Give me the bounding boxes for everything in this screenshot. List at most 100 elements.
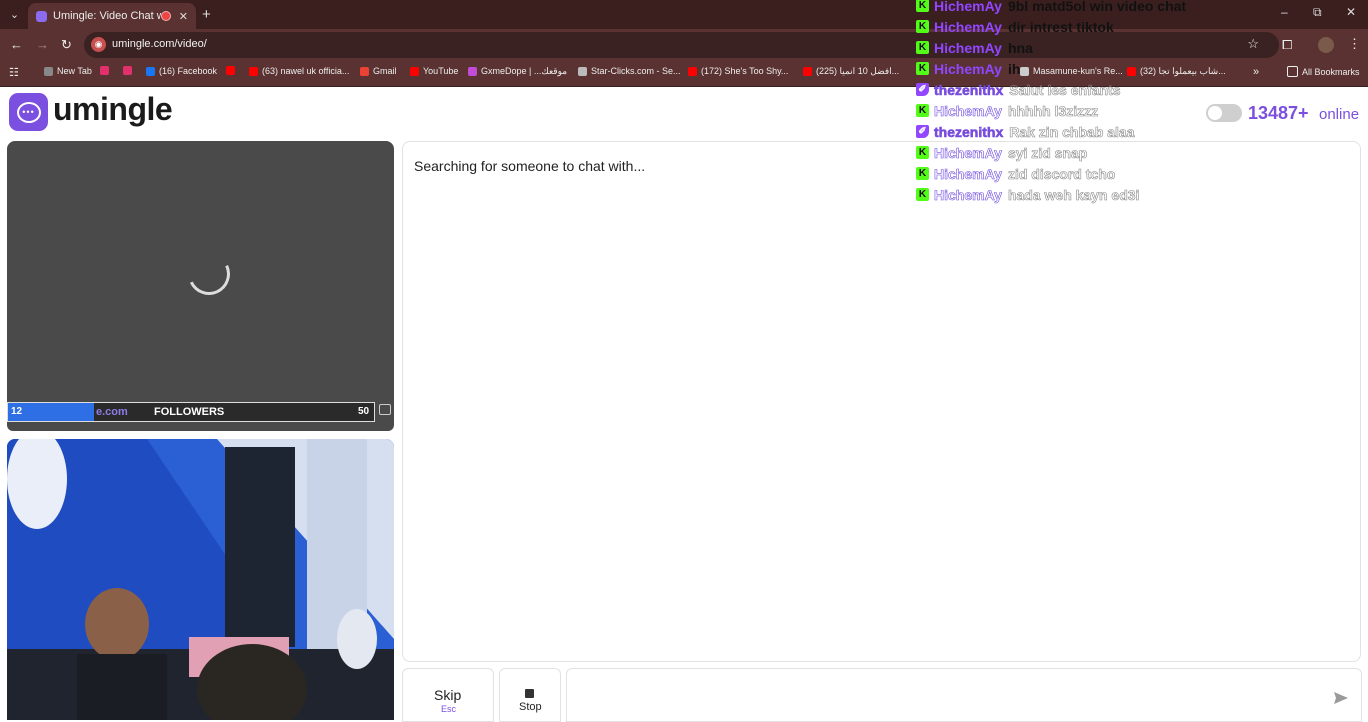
logo-text[interactable]: umingle bbox=[53, 91, 173, 128]
close-tab-icon[interactable]: ✕ bbox=[179, 10, 188, 23]
loading-spinner-icon bbox=[182, 247, 236, 301]
chat-username: HichemAy bbox=[934, 18, 1002, 35]
chat-username: HichemAy bbox=[934, 165, 1003, 182]
overlay-label: FOLLOWERS bbox=[154, 406, 225, 418]
youtube-icon bbox=[803, 67, 812, 76]
facebook-icon bbox=[146, 66, 155, 76]
chat-text: hada weh kayn ed3i bbox=[1007, 186, 1140, 203]
tab-title: Umingle: Video Chat with S bbox=[53, 10, 161, 22]
youtube-icon bbox=[249, 66, 258, 76]
chat-text: zid discord tcho bbox=[1007, 165, 1116, 182]
chat-username: HichemAy bbox=[934, 186, 1003, 203]
url-text: umingle.com/video/ bbox=[112, 38, 207, 50]
minimize-icon[interactable]: – bbox=[1281, 5, 1288, 19]
instagram-icon bbox=[123, 66, 132, 75]
restore-icon[interactable]: ⧉ bbox=[1313, 5, 1322, 20]
gxmedope-icon bbox=[468, 67, 477, 76]
kick-icon: K bbox=[916, 104, 929, 117]
online-count: 13487+ bbox=[1248, 103, 1309, 123]
chat-text: ih bbox=[1007, 60, 1021, 77]
stop-button[interactable]: Stop bbox=[499, 668, 561, 722]
all-bookmarks[interactable]: All Bookmarks bbox=[1287, 66, 1360, 77]
bookmark-item[interactable]: (172) She's Too Shy... bbox=[688, 66, 788, 76]
bookmark-item[interactable]: New Tab bbox=[44, 66, 92, 76]
skip-button[interactable]: Skip Esc bbox=[402, 668, 494, 722]
bookmark-item[interactable] bbox=[226, 66, 239, 75]
new-tab-button[interactable]: + bbox=[202, 6, 211, 23]
stream-chat-message: ✐ thezenithx Salut les enfants bbox=[916, 79, 1121, 100]
youtube-icon bbox=[1127, 67, 1136, 76]
theme-toggle[interactable] bbox=[1206, 104, 1242, 122]
browser-tab-active[interactable]: Umingle: Video Chat with S ✕ bbox=[28, 3, 196, 29]
extensions-icon[interactable]: ⧠ bbox=[1282, 37, 1292, 53]
bookmark-item[interactable]: (63) nawel uk officia... bbox=[249, 66, 349, 76]
chat-username: HichemAy bbox=[934, 102, 1003, 119]
bookmark-star-icon[interactable]: ☆ bbox=[1247, 36, 1259, 52]
bookmark-item[interactable] bbox=[123, 66, 136, 75]
bookmark-icon bbox=[1020, 66, 1029, 76]
chat-text: syi zid snap bbox=[1007, 144, 1088, 161]
chat-username: HichemAy bbox=[934, 60, 1002, 77]
chat-text: Salut les enfants bbox=[1009, 81, 1121, 98]
chat-username: thezenithx bbox=[934, 81, 1004, 98]
bookmark-item[interactable]: (225) افضل 10 انميا... bbox=[803, 66, 899, 77]
reload-icon[interactable]: ↻ bbox=[61, 37, 72, 53]
stream-chat-message: K HichemAy 9bl matd5ol win video chat bbox=[916, 0, 1186, 16]
stream-chat-message: K HichemAy hna bbox=[916, 37, 1033, 58]
bookmark-item[interactable]: GxmeDope | ...موقعك bbox=[468, 66, 567, 77]
browser-toolbar: ← → ↻ ◉ umingle.com/video/ ☆ ⧠ ⋮ bbox=[0, 29, 1368, 61]
kick-icon: K bbox=[916, 146, 929, 159]
bookmark-item[interactable]: (32) شاب بيعملوا تجا... bbox=[1127, 66, 1226, 77]
instagram-icon bbox=[100, 66, 109, 75]
skip-shortcut-hint: Esc bbox=[441, 704, 457, 714]
chat-username: HichemAy bbox=[934, 39, 1002, 56]
camera-feed-image bbox=[7, 439, 394, 720]
more-bookmarks-icon[interactable]: » bbox=[1253, 66, 1259, 78]
bookmark-label: (172) She's Too Shy... bbox=[701, 66, 789, 76]
stop-label: Stop bbox=[519, 701, 542, 713]
bookmark-label: Masamune-kun's Re... bbox=[1033, 66, 1123, 76]
send-icon[interactable] bbox=[1333, 690, 1349, 706]
kick-icon: K bbox=[916, 20, 929, 33]
bookmarks-bar: ☷ » All Bookmarks New Tab (16) Facebook (6… bbox=[0, 61, 1368, 87]
bookmark-item[interactable]: YouTube bbox=[410, 66, 458, 76]
chat-text: hna bbox=[1007, 39, 1033, 56]
stream-followers-overlay: 12 e.com FOLLOWERS 50 bbox=[7, 402, 375, 422]
message-input[interactable] bbox=[566, 668, 1362, 722]
chat-username: HichemAy bbox=[934, 0, 1002, 14]
kick-icon: K bbox=[916, 167, 929, 180]
bookmark-item[interactable]: Gmail bbox=[360, 66, 397, 76]
forward-icon[interactable]: → bbox=[36, 37, 49, 52]
chat-username: thezenithx bbox=[934, 123, 1004, 140]
site-info-icon[interactable]: ◉ bbox=[91, 37, 106, 52]
toggle-knob bbox=[1208, 106, 1222, 120]
newtab-icon bbox=[44, 66, 53, 76]
kick-icon: K bbox=[916, 62, 929, 75]
bookmark-label: Gmail bbox=[373, 66, 397, 76]
bookmark-item[interactable] bbox=[100, 66, 113, 75]
twitch-icon: ✐ bbox=[916, 125, 929, 138]
twitch-icon: ✐ bbox=[916, 83, 929, 96]
umingle-logo-icon[interactable]: ••• bbox=[9, 93, 48, 131]
chat-text: Rak zin chbab alaa bbox=[1009, 123, 1135, 140]
umingle-favicon-icon bbox=[36, 10, 47, 22]
youtube-icon bbox=[226, 66, 235, 75]
apps-grid-icon[interactable]: ☷ bbox=[9, 66, 19, 79]
skip-label: Skip bbox=[434, 687, 462, 703]
globe-icon bbox=[578, 66, 587, 76]
stream-chat-message: K HichemAy hada weh kayn ed3i bbox=[916, 184, 1140, 205]
bookmark-label: (32) شاب بيعملوا تجا... bbox=[1140, 66, 1226, 76]
close-window-icon[interactable]: ✕ bbox=[1346, 5, 1356, 19]
online-label: online bbox=[1319, 106, 1360, 123]
back-icon[interactable]: ← bbox=[10, 37, 23, 52]
folder-icon bbox=[1287, 66, 1298, 77]
profile-avatar[interactable] bbox=[1318, 37, 1334, 53]
bookmark-item[interactable]: (16) Facebook bbox=[146, 66, 217, 76]
gmail-icon bbox=[360, 66, 369, 76]
bookmark-item[interactable]: Masamune-kun's Re... bbox=[1020, 66, 1123, 76]
bookmark-item[interactable]: Star-Clicks.com - Se... bbox=[578, 66, 681, 76]
stranger-video: 12 e.com FOLLOWERS 50 bbox=[7, 141, 394, 431]
overlay-domain: e.com bbox=[96, 406, 128, 418]
menu-kebab-icon[interactable]: ⋮ bbox=[1348, 36, 1361, 52]
tab-search-icon[interactable]: ⌄ bbox=[6, 6, 23, 23]
